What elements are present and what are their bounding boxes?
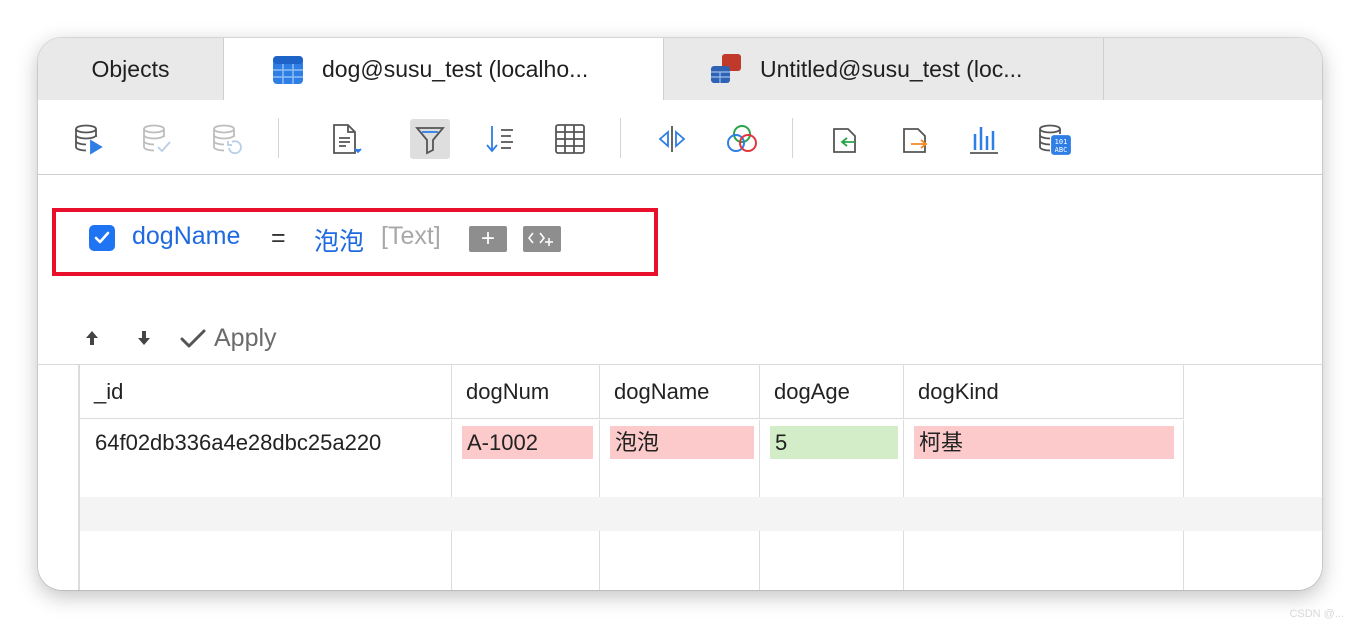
tab-untitled-query[interactable]: Untitled@susu_test (loc... — [664, 38, 1104, 100]
tab-objects-label: Objects — [91, 55, 170, 82]
svg-text:101: 101 — [1055, 138, 1068, 146]
filter-icon — [415, 127, 445, 155]
db-check-icon — [143, 124, 171, 153]
column-divider — [599, 531, 600, 590]
table-cell-dogname[interactable]: 泡泡 — [600, 420, 760, 497]
table-icon — [273, 55, 303, 84]
filter-type[interactable]: [Text] — [381, 222, 441, 251]
db-check-button[interactable] — [136, 119, 176, 159]
sort-button[interactable] — [480, 119, 520, 159]
sort-icon — [486, 126, 513, 153]
watermark: CSDN @... — [1289, 608, 1344, 620]
filter-operator[interactable]: = — [271, 224, 286, 253]
table-cell-dogkind[interactable]: 柯基 — [904, 420, 1184, 497]
filter-enabled-checkbox[interactable] — [89, 225, 115, 251]
db-data-button[interactable]: 101 ABC — [1034, 119, 1074, 159]
cell-value: A-1002 — [462, 426, 593, 459]
db-refresh-icon — [213, 124, 242, 155]
document-icon — [333, 124, 362, 154]
toolbar: 101 ABC — [38, 100, 1322, 175]
filter-value[interactable]: 泡泡 — [314, 222, 364, 258]
cell-value: 泡泡 — [610, 426, 754, 459]
filter-button[interactable] — [410, 119, 450, 159]
apply-button[interactable]: Apply — [180, 324, 277, 353]
compare-button[interactable] — [652, 119, 692, 159]
row-header-strip — [38, 365, 80, 590]
column-header-dogkind[interactable]: dogKind — [904, 365, 1184, 419]
code-plus-icon — [527, 232, 553, 246]
column-divider — [1183, 531, 1184, 590]
column-header-id[interactable]: _id — [80, 365, 452, 419]
apply-label: Apply — [214, 324, 277, 352]
toolbar-separator — [278, 118, 279, 158]
toolbar-separator — [620, 118, 621, 158]
venn-icon — [727, 125, 757, 152]
cell-value: 64f02db336a4e28dbc25a220 — [95, 430, 382, 455]
db-run-icon — [75, 124, 103, 155]
compare-icon — [658, 126, 686, 152]
tab-bar: Objects dog@susu_test (localho... Untitl… — [38, 38, 1322, 101]
column-header-dogage[interactable]: dogAge — [760, 365, 904, 419]
app-window: Objects dog@susu_test (localho... Untitl… — [38, 38, 1322, 590]
add-expression-button[interactable] — [523, 226, 561, 252]
svg-text:ABC: ABC — [1055, 146, 1068, 154]
document-dropdown-button[interactable] — [322, 119, 368, 159]
export-button[interactable] — [894, 119, 934, 159]
column-header-dognum[interactable]: dogNum — [452, 365, 600, 419]
tab-untitled-query-label: Untitled@susu_test (loc... — [760, 55, 1023, 82]
toolbar-separator — [792, 118, 793, 158]
cell-value: 5 — [770, 426, 898, 459]
tab-objects[interactable]: Objects — [38, 38, 224, 100]
import-icon — [833, 128, 856, 153]
move-up-icon[interactable] — [82, 328, 102, 348]
column-divider — [903, 531, 904, 590]
column-header-dogname[interactable]: dogName — [600, 365, 760, 419]
column-divider — [451, 531, 452, 590]
chart-button[interactable] — [964, 119, 1004, 159]
db-refresh-button[interactable] — [206, 119, 246, 159]
venn-button[interactable] — [722, 119, 762, 159]
add-condition-button[interactable]: + — [469, 225, 507, 252]
checkmark-icon — [94, 231, 110, 244]
grid-icon — [555, 124, 585, 154]
move-down-icon[interactable] — [134, 328, 154, 348]
data-grid: _id dogNum dogName dogAge dogKind 64f02d… — [38, 364, 1322, 590]
db-run-button[interactable] — [68, 119, 108, 159]
db-data-icon: 101 ABC — [1039, 124, 1071, 155]
empty-row — [80, 497, 1322, 531]
tab-dog-table[interactable]: dog@susu_test (localho... — [224, 38, 664, 101]
check-icon — [180, 329, 206, 347]
table-cell-id[interactable]: 64f02db336a4e28dbc25a220 — [80, 420, 452, 497]
column-divider — [759, 531, 760, 590]
tab-dog-table-label: dog@susu_test (localho... — [322, 56, 589, 82]
export-icon — [903, 128, 928, 153]
table-cell-dognum[interactable]: A-1002 — [452, 420, 600, 497]
query-icon — [711, 54, 741, 83]
grid-view-button[interactable] — [550, 119, 590, 159]
chart-icon — [970, 127, 998, 154]
table-cell-dogage[interactable]: 5 — [760, 420, 904, 497]
import-button[interactable] — [824, 119, 864, 159]
filter-field[interactable]: dogName — [132, 222, 240, 251]
cell-value: 柯基 — [914, 426, 1174, 459]
